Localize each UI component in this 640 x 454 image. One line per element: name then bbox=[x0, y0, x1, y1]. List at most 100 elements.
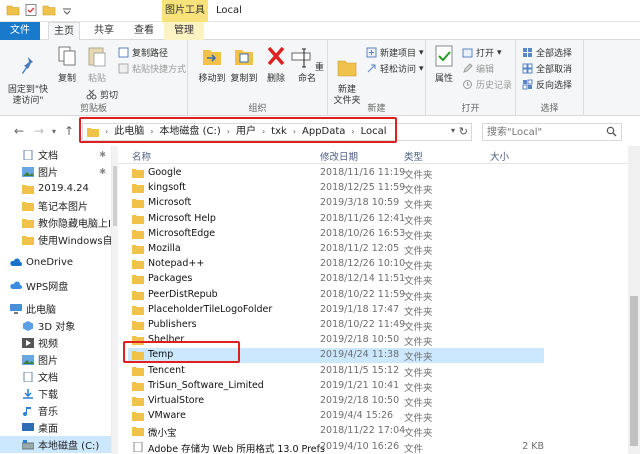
sidebar-item[interactable]: 2019.4.24 bbox=[0, 180, 111, 197]
select-none-button[interactable]: 全部取消 bbox=[522, 62, 572, 75]
properties-button[interactable]: 属性 bbox=[430, 44, 458, 85]
cut-button[interactable]: 剪切 bbox=[86, 88, 118, 101]
tab-share[interactable]: 共享 bbox=[88, 22, 120, 40]
file-type: 文件夹 bbox=[404, 246, 433, 257]
chevron-down-icon[interactable] bbox=[60, 3, 74, 17]
sidebar-item[interactable]: 下载 bbox=[0, 385, 111, 402]
table-row[interactable]: Publishers 2018/10/22 11:49 文件夹 bbox=[128, 318, 544, 333]
table-row[interactable]: Microsoft Help 2018/11/26 12:41 文件夹 bbox=[128, 212, 544, 227]
table-row[interactable]: Adobe 存储为 Web 所用格式 13.0 Prefs 2019/4/10 1… bbox=[128, 440, 544, 454]
folder-app-icon bbox=[6, 5, 20, 16]
navigation-pane-scrollbar-thumb[interactable] bbox=[113, 166, 117, 226]
paste-button[interactable]: 粘贴 bbox=[84, 44, 110, 85]
pin-icon[interactable]: ✱ bbox=[99, 150, 106, 159]
search-input[interactable] bbox=[483, 124, 603, 140]
sidebar-item[interactable]: 笔记本图片 bbox=[0, 197, 111, 214]
back-arrow-icon[interactable]: ← bbox=[14, 124, 24, 138]
properties-icon[interactable] bbox=[24, 3, 38, 17]
new-item-label: 新建项目 bbox=[380, 49, 417, 59]
copy-to-button[interactable]: 复制到 bbox=[228, 44, 260, 85]
paste-shortcut-button[interactable]: 粘贴快捷方式 bbox=[118, 62, 186, 75]
table-row[interactable]: 微小宝 2018/11/22 17:04 文件夹 bbox=[128, 424, 544, 439]
select-none-icon bbox=[522, 63, 533, 74]
folder-icon bbox=[132, 183, 144, 194]
copy-icon bbox=[58, 46, 76, 66]
window-title: Local bbox=[216, 5, 242, 16]
column-name-header[interactable]: 名称 bbox=[132, 149, 151, 163]
sidebar-item[interactable]: 音乐 bbox=[0, 402, 111, 419]
table-row[interactable]: Packages 2018/12/14 11:51 文件夹 bbox=[128, 272, 544, 287]
select-none-label: 全部取消 bbox=[536, 65, 573, 75]
sidebar-item[interactable]: 使用Windows自 bbox=[0, 231, 111, 248]
file-name: 微小宝 bbox=[148, 428, 177, 440]
sidebar-item[interactable]: 桌面 bbox=[0, 419, 111, 436]
history-button[interactable]: 历史记录 bbox=[462, 78, 512, 91]
copy-path-icon bbox=[118, 47, 129, 58]
delete-icon bbox=[267, 46, 285, 66]
move-to-button[interactable]: 移动到 bbox=[196, 44, 228, 85]
table-row[interactable]: Google 2018/11/16 11:19 文件夹 bbox=[128, 166, 544, 181]
address-dropdown-icon[interactable]: ▾ bbox=[451, 126, 455, 135]
table-row[interactable]: Mozilla 2018/11/2 12:05 文件夹 bbox=[128, 242, 544, 257]
table-row[interactable]: kingsoft 2018/12/25 11:59 文件夹 bbox=[128, 181, 544, 196]
table-row[interactable]: Microsoft 2019/3/18 10:59 文件夹 bbox=[128, 196, 544, 211]
new-folder-button[interactable]: 新建 文件夹 bbox=[330, 44, 364, 107]
copy-path-button[interactable]: 复制路径 bbox=[118, 46, 168, 59]
pin-quick-access-button[interactable]: 固定到"快 速访问" bbox=[4, 44, 52, 107]
sidebar-item[interactable]: OneDrive bbox=[0, 254, 111, 271]
edit-button[interactable]: 编辑 bbox=[462, 62, 494, 75]
invert-selection-button[interactable]: 反向选择 bbox=[522, 78, 572, 91]
sidebar-item[interactable]: 教你隐藏电脑上I bbox=[0, 214, 111, 231]
file-list-scrollbar-thumb[interactable] bbox=[630, 296, 638, 446]
sidebar-item[interactable]: 本地磁盘 (C:) bbox=[0, 436, 111, 453]
new-item-button[interactable]: 新建项目 ▾ bbox=[366, 46, 424, 59]
folder-icon bbox=[132, 381, 144, 391]
refresh-icon[interactable]: ↻ bbox=[459, 125, 468, 138]
search-box[interactable] bbox=[482, 123, 622, 141]
sidebar-item[interactable]: 文档 bbox=[0, 368, 111, 385]
sidebar-item[interactable]: 文档 ✱ bbox=[0, 146, 111, 163]
sidebar-item[interactable]: 图片 bbox=[0, 351, 111, 368]
open-button[interactable]: 打开 ▾ bbox=[462, 46, 502, 59]
navigation-pane-scrollbar[interactable] bbox=[112, 146, 118, 454]
table-row[interactable]: MicrosoftEdge 2018/10/26 16:53 文件夹 bbox=[128, 227, 544, 242]
table-row[interactable]: VMware 2019/4/4 15:26 文件夹 bbox=[128, 409, 544, 424]
rename-button[interactable]: 重命名 bbox=[290, 44, 324, 85]
copy-button[interactable]: 复制 bbox=[54, 44, 80, 85]
up-arrow-icon[interactable]: ↑ bbox=[64, 124, 74, 138]
select-all-button[interactable]: 全部选择 bbox=[522, 46, 572, 59]
file-type: 文件夹 bbox=[404, 337, 433, 349]
onedrive-icon bbox=[10, 257, 22, 268]
file-list-scrollbar[interactable] bbox=[628, 146, 640, 454]
table-row[interactable]: TriSun_Software_Limited 2019/1/21 10:41 文件… bbox=[128, 379, 544, 394]
sidebar-item[interactable]: 此电脑 bbox=[0, 300, 111, 317]
table-row[interactable]: Notepad++ 2018/12/26 10:10 文件夹 bbox=[128, 257, 544, 272]
delete-button[interactable]: 删除 bbox=[264, 44, 288, 85]
tab-manage[interactable]: 管理 bbox=[164, 22, 204, 40]
forward-arrow-icon[interactable]: → bbox=[34, 124, 44, 138]
column-size-header[interactable]: 大小 bbox=[490, 149, 509, 163]
recent-locations-chevron-icon[interactable]: ▾ bbox=[52, 127, 56, 136]
new-folder-qat-icon[interactable] bbox=[42, 3, 56, 17]
table-row[interactable]: Tencent 2018/11/5 15:12 文件夹 bbox=[128, 364, 544, 379]
pin-icon[interactable]: ✱ bbox=[99, 167, 106, 176]
file-date: 2018/11/16 11:19 bbox=[320, 167, 406, 178]
sidebar-item[interactable]: WPS网盘 bbox=[0, 277, 111, 294]
sidebar-item[interactable]: 视频 bbox=[0, 334, 111, 351]
sidebar-item[interactable]: 图片 ✱ bbox=[0, 163, 111, 180]
table-row[interactable]: VirtualStore 2019/2/18 10:50 文件夹 bbox=[128, 394, 544, 409]
tab-home[interactable]: 主页 bbox=[48, 22, 80, 40]
table-row[interactable]: PlaceholderTileLogoFolder 2019/1/18 17:47… bbox=[128, 303, 544, 318]
tab-file[interactable]: 文件 bbox=[0, 22, 40, 40]
column-date-header[interactable]: 修改日期 bbox=[320, 149, 358, 163]
tab-view[interactable]: 查看 bbox=[128, 22, 160, 40]
sidebar-item-label: 教你隐藏电脑上I bbox=[38, 219, 111, 230]
easy-access-label: 轻松访问 bbox=[380, 65, 417, 75]
table-row[interactable]: PeerDistRepub 2018/10/22 11:59 文件夹 bbox=[128, 288, 544, 303]
easy-access-button[interactable]: 轻松访问 ▾ bbox=[366, 62, 424, 75]
new-folder-icon bbox=[337, 60, 357, 77]
file-name: Publishers bbox=[148, 319, 197, 330]
sidebar-item[interactable]: 3D 对象 bbox=[0, 317, 111, 334]
new-item-dropdown-icon: ▾ bbox=[419, 47, 424, 58]
column-type-header[interactable]: 类型 bbox=[404, 149, 423, 163]
